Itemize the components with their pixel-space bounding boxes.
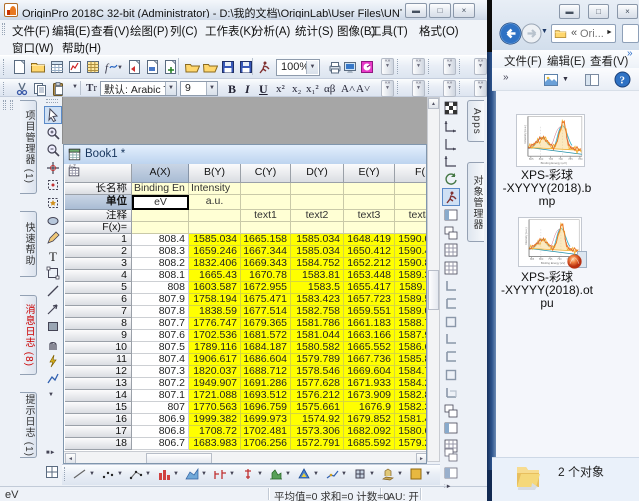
svg-text:Intensity (a.u.): Intensity (a.u.) bbox=[524, 227, 528, 244]
svg-text:Binding Energy (eV): Binding Energy (eV) bbox=[541, 161, 567, 165]
svg-text:785: 785 bbox=[568, 157, 573, 161]
svg-text:800: 800 bbox=[539, 257, 544, 261]
svg-text:780: 780 bbox=[578, 157, 583, 161]
svg-text:T: T bbox=[49, 249, 57, 264]
svg-text:795: 795 bbox=[548, 257, 553, 261]
svg-text:805: 805 bbox=[530, 257, 535, 261]
svg-text:790: 790 bbox=[557, 257, 562, 261]
svg-text:?: ? bbox=[620, 75, 626, 87]
svg-text:A-Z: A-Z bbox=[69, 164, 76, 169]
svg-text:Binding Energy (eV): Binding Energy (eV) bbox=[541, 261, 565, 265]
svg-text:f: f bbox=[105, 62, 110, 74]
svg-text:805: 805 bbox=[529, 157, 534, 161]
svg-text:Intensity (a.u.): Intensity (a.u.) bbox=[523, 125, 527, 144]
